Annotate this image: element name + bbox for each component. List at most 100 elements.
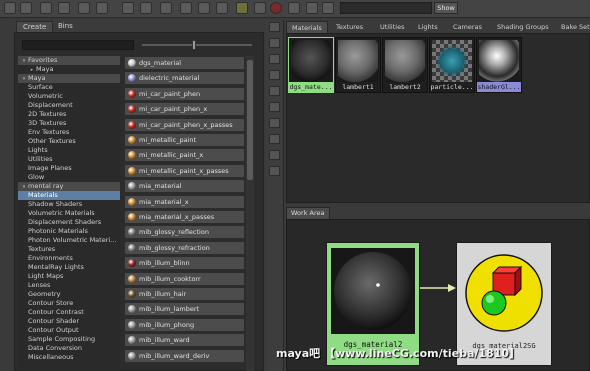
slider-thumb[interactable] [192, 40, 196, 50]
icon-size-slider[interactable] [142, 44, 252, 46]
tree-item[interactable]: ▸ Maya [18, 65, 120, 74]
node-type-button[interactable]: mib_glossy_refraction [124, 240, 245, 255]
toolbar-icon[interactable] [269, 54, 280, 64]
toolbar-icon[interactable] [58, 2, 70, 14]
tree-item[interactable]: MentalRay Lights [18, 263, 120, 272]
tree-item[interactable]: Contour Contrast [18, 308, 120, 317]
tree-item[interactable]: Contour Store [18, 299, 120, 308]
toolbar-icon[interactable] [269, 166, 280, 176]
tree-item[interactable]: Lenses [18, 281, 120, 290]
toolbar-icon[interactable] [78, 2, 90, 14]
toolbar-icon[interactable] [96, 2, 108, 14]
node-type-button[interactable]: mi_car_paint_phen_x_passes [124, 117, 245, 132]
tree-item[interactable]: ▾ Favorites [18, 56, 120, 65]
material-swatch[interactable]: particle... [429, 37, 475, 93]
tree-item[interactable]: Photonic Materials [18, 227, 120, 236]
toolbar-icon[interactable] [269, 22, 280, 32]
filter-input[interactable] [22, 40, 134, 50]
toolbar-icon[interactable] [254, 2, 266, 14]
node-type-button[interactable]: mi_metallic_paint_x_passes [124, 163, 245, 178]
tree-item[interactable]: Image Planes [18, 164, 120, 173]
node-type-button[interactable]: mia_material_x_passes [124, 210, 245, 224]
node-type-button[interactable]: mib_glossy_reflection [124, 225, 245, 240]
node-type-button[interactable]: mib_illum_hair [124, 287, 245, 301]
tab-work-area[interactable]: Work Area [286, 207, 330, 219]
tree-item[interactable]: ▾ Maya [18, 74, 120, 83]
node-type-button[interactable]: mi_car_paint_phen [124, 86, 245, 101]
toolbar-icon[interactable] [140, 2, 152, 14]
node-type-button[interactable]: mib_illum_blinn [124, 256, 245, 271]
tree-item[interactable]: Light Maps [18, 272, 120, 281]
tree-item[interactable]: Contour Output [18, 326, 120, 335]
toolbar-icon[interactable] [269, 118, 280, 128]
tree-item[interactable]: Geometry [18, 290, 120, 299]
node-type-button[interactable]: mi_metallic_paint_x [124, 148, 245, 163]
tree-item[interactable]: Utilities [18, 155, 120, 164]
toolbar-icon[interactable] [198, 2, 210, 14]
tree-item[interactable]: Shadow Shaders [18, 200, 120, 209]
tree-item[interactable]: Materials [18, 191, 120, 200]
tree-item[interactable]: Surface [18, 83, 120, 92]
toolbar-icon[interactable] [40, 2, 52, 14]
node-type-button[interactable]: dgs_material [124, 56, 245, 70]
tree-item[interactable]: Displacement [18, 101, 120, 110]
tree-item[interactable]: ▾ mental ray [18, 182, 120, 191]
toolbar-icon[interactable] [269, 86, 280, 96]
node-type-button[interactable]: mib_illum_lambert [124, 302, 245, 317]
node-type-button[interactable]: mia_material [124, 179, 245, 194]
expander-icon[interactable]: ▸ [28, 66, 36, 74]
tab-bins[interactable]: Bins [52, 21, 79, 32]
toolbar-icon[interactable] [269, 134, 280, 144]
toolbar-icon[interactable] [288, 2, 300, 14]
tab-textures[interactable]: Textures [331, 21, 368, 33]
toolbar-icon[interactable] [269, 150, 280, 160]
tree-item[interactable]: Volumetric Materials [18, 209, 120, 218]
toolbar-icon[interactable] [306, 2, 318, 14]
tab-create[interactable]: Create [16, 21, 54, 32]
toolbar-icon[interactable] [269, 38, 280, 48]
tree-item[interactable]: Glow [18, 173, 120, 182]
node-list-scrollbar[interactable] [246, 56, 254, 371]
tree-item[interactable]: 2D Textures [18, 110, 120, 119]
record-icon[interactable] [270, 2, 282, 14]
node-type-button[interactable]: mib_illum_ward [124, 333, 245, 348]
material-swatch[interactable]: dgs_mate... [288, 37, 334, 93]
toolbar-icon[interactable] [216, 2, 228, 14]
tree-item[interactable]: Environments [18, 254, 120, 263]
node-type-button[interactable]: mi_car_paint_phen_x [124, 102, 245, 117]
tree-item[interactable]: Sample Compositing [18, 335, 120, 344]
tree-item[interactable]: Volumetric [18, 92, 120, 101]
tab-utilities[interactable]: Utilities [375, 21, 409, 33]
tab-bake-sets[interactable]: Bake Sets [556, 21, 590, 33]
node-type-button[interactable]: mi_metallic_paint [124, 133, 245, 147]
expander-icon[interactable]: ▾ [20, 183, 28, 191]
tree-item[interactable]: Displacement Shaders [18, 218, 120, 227]
toolbar-icon[interactable] [4, 2, 16, 14]
toolbar-icon[interactable] [236, 2, 248, 14]
material-swatch[interactable]: lambert2 [382, 37, 428, 93]
material-swatch[interactable]: shaderGl... [476, 37, 522, 93]
node-type-button[interactable]: dielectric_material [124, 71, 245, 86]
expander-icon[interactable]: ▾ [20, 75, 28, 83]
node-type-button[interactable]: mib_illum_cooktorr [124, 271, 245, 286]
tree-item[interactable]: Lights [18, 146, 120, 155]
search-field[interactable] [340, 2, 432, 14]
tab-lights[interactable]: Lights [413, 21, 443, 33]
expander-icon[interactable]: ▾ [20, 57, 28, 65]
toolbar-icon[interactable] [20, 2, 32, 14]
tree-item[interactable]: Photon Volumetric Materi... [18, 236, 120, 245]
tab-materials[interactable]: Materials [286, 21, 328, 33]
node-type-button[interactable]: mib_illum_phong [124, 317, 245, 332]
tree-item[interactable]: Contour Shader [18, 317, 120, 326]
toolbar-icon[interactable] [269, 70, 280, 80]
node-type-button[interactable]: mib_illum_ward_deriv [124, 348, 245, 363]
tree-item[interactable]: Textures [18, 245, 120, 254]
scrollbar-thumb[interactable] [247, 60, 253, 180]
toolbar-icon[interactable] [160, 2, 172, 14]
tree-item[interactable]: Miscellaneous [18, 353, 120, 362]
node-type-button[interactable]: mia_material_x [124, 194, 245, 209]
show-button[interactable]: Show [434, 2, 458, 14]
toolbar-icon[interactable] [122, 2, 134, 14]
toolbar-icon[interactable] [180, 2, 192, 14]
tree-item[interactable]: Env Textures [18, 128, 120, 137]
